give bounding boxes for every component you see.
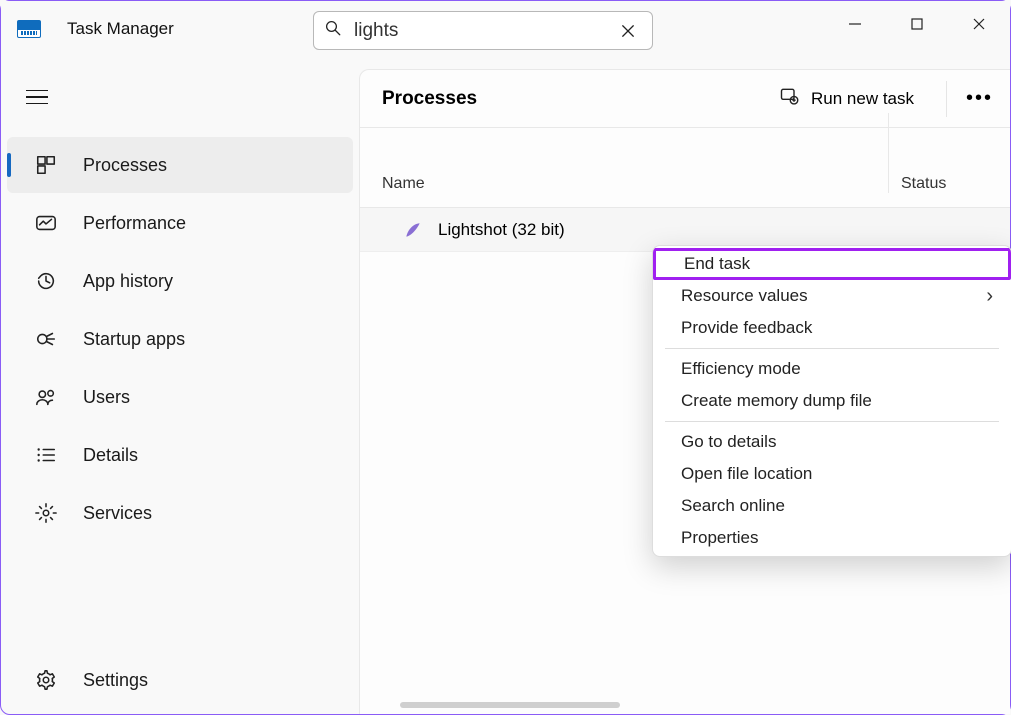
app-title: Task Manager — [67, 19, 174, 39]
history-icon — [33, 268, 59, 294]
sidebar-item-users[interactable]: Users — [7, 369, 353, 425]
hamburger-button[interactable] — [18, 77, 58, 117]
sidebar-item-details[interactable]: Details — [7, 427, 353, 483]
column-name[interactable]: Name — [360, 175, 888, 193]
clear-search-icon[interactable] — [614, 22, 642, 40]
panel-title: Processes — [382, 88, 477, 110]
sidebar-item-label: Startup apps — [83, 329, 185, 350]
sidebar-item-label: Performance — [83, 213, 186, 234]
ctx-separator — [665, 421, 999, 422]
sidebar-item-label: App history — [83, 271, 173, 292]
column-status[interactable]: Status — [888, 113, 1010, 193]
sidebar-item-label: Services — [83, 503, 152, 524]
ctx-open-file-location[interactable]: Open file location — [653, 458, 1011, 490]
ctx-search-online[interactable]: Search online — [653, 490, 1011, 522]
sidebar-item-startup-apps[interactable]: Startup apps — [7, 311, 353, 367]
table-headers: Name Status — [360, 128, 1010, 208]
details-icon — [33, 442, 59, 468]
ctx-provide-feedback[interactable]: Provide feedback — [653, 312, 1011, 344]
ctx-efficiency-mode[interactable]: Efficiency mode — [653, 353, 1011, 385]
ctx-separator — [665, 348, 999, 349]
run-new-task-label: Run new task — [811, 89, 914, 109]
ctx-create-dump[interactable]: Create memory dump file — [653, 385, 1011, 417]
ctx-resource-values[interactable]: Resource values — [653, 280, 1011, 312]
sidebar-item-services[interactable]: Services — [7, 485, 353, 541]
maximize-button[interactable] — [886, 1, 948, 47]
main-panel: Processes Run new task ••• Name Status — [359, 69, 1010, 714]
window-controls — [824, 1, 1010, 47]
sidebar-item-label: Settings — [83, 670, 148, 691]
horizontal-scrollbar[interactable] — [400, 702, 620, 708]
title-bar: Task Manager — [1, 1, 1010, 57]
sidebar-item-label: Processes — [83, 155, 167, 176]
ctx-end-task[interactable]: End task — [653, 248, 1011, 280]
users-icon — [33, 384, 59, 410]
more-options-button[interactable]: ••• — [946, 81, 988, 117]
minimize-button[interactable] — [824, 1, 886, 47]
sidebar-item-performance[interactable]: Performance — [7, 195, 353, 251]
processes-icon — [33, 152, 59, 178]
sidebar-item-label: Users — [83, 387, 130, 408]
app-icon — [17, 20, 41, 38]
context-menu: End task Resource values Provide feedbac… — [652, 245, 1011, 557]
nav-list: Processes Performance App history Startu… — [1, 137, 359, 541]
services-icon — [33, 500, 59, 526]
sidebar-item-app-history[interactable]: App history — [7, 253, 353, 309]
close-button[interactable] — [948, 1, 1010, 47]
app-body: Processes Performance App history Startu… — [1, 57, 1010, 714]
process-name: Lightshot (32 bit) — [438, 220, 565, 240]
run-task-icon — [779, 86, 799, 111]
search-input[interactable] — [342, 20, 614, 42]
search-icon — [324, 19, 342, 42]
sidebar-item-settings[interactable]: Settings — [7, 652, 353, 708]
startup-icon — [33, 326, 59, 352]
search-box[interactable] — [313, 11, 653, 50]
settings-icon — [33, 667, 59, 693]
more-icon: ••• — [966, 87, 993, 110]
ctx-go-to-details[interactable]: Go to details — [653, 426, 1011, 458]
performance-icon — [33, 210, 59, 236]
process-app-icon — [402, 219, 424, 241]
sidebar-item-processes[interactable]: Processes — [7, 137, 353, 193]
sidebar-item-label: Details — [83, 445, 138, 466]
sidebar: Processes Performance App history Startu… — [1, 57, 359, 714]
ctx-properties[interactable]: Properties — [653, 522, 1011, 554]
